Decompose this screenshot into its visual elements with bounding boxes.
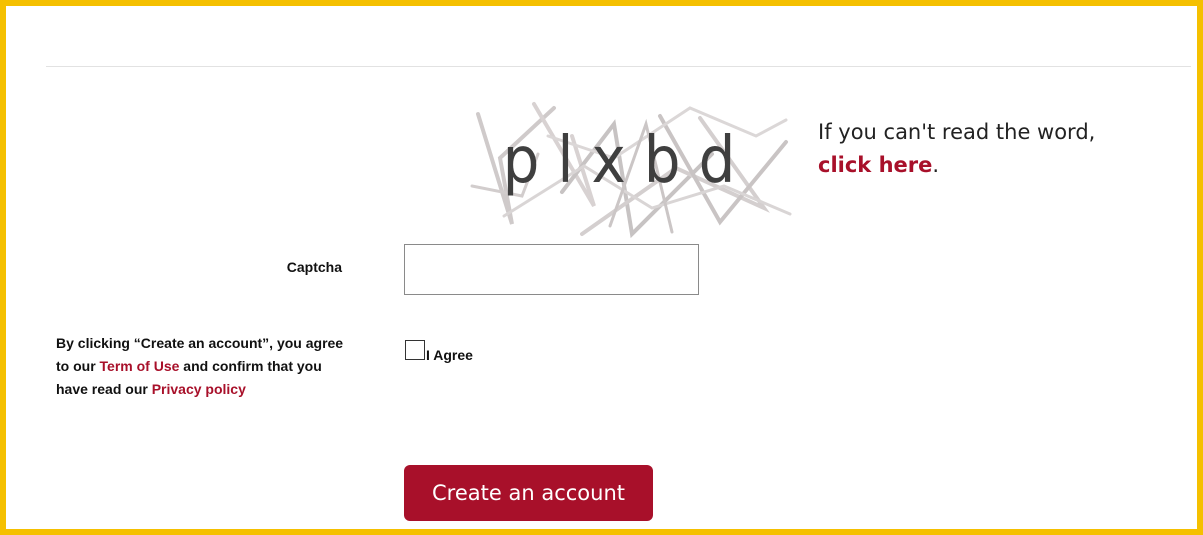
- create-account-label: Create an account: [432, 481, 625, 505]
- captcha-help: If you can't read the word, click here.: [818, 116, 1098, 182]
- captcha-text: plxbd: [503, 123, 754, 197]
- term-of-use-link[interactable]: Term of Use: [100, 358, 180, 374]
- captcha-label: Captcha: [286, 259, 342, 275]
- terms-text: By clicking “Create an account”, you agr…: [56, 332, 356, 401]
- captcha-input[interactable]: [404, 244, 699, 295]
- privacy-policy-link[interactable]: Privacy policy: [152, 381, 246, 397]
- section-divider: [46, 66, 1191, 67]
- refresh-captcha-link[interactable]: click here: [818, 153, 932, 177]
- agree-label: I Agree: [426, 347, 473, 363]
- agree-checkbox[interactable]: [405, 340, 425, 360]
- captcha-help-period: .: [932, 153, 940, 177]
- page-frame: plxbd If you can't read the word, click …: [0, 0, 1203, 535]
- agree-checkbox-row[interactable]: I Agree: [405, 340, 473, 363]
- captcha-image: plxbd: [470, 102, 792, 239]
- create-account-button[interactable]: Create an account: [404, 465, 653, 521]
- captcha-help-text: If you can't read the word,: [818, 120, 1096, 144]
